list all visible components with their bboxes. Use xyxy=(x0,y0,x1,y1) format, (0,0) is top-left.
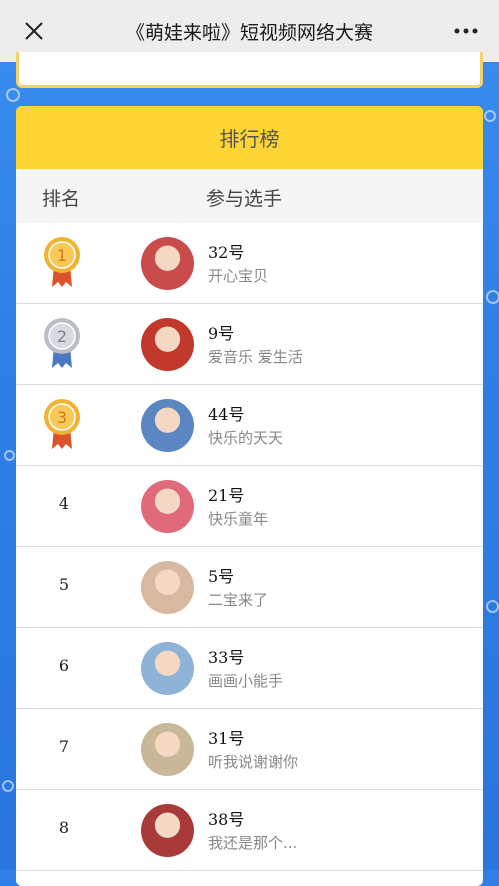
player-number: 21号 xyxy=(208,486,245,505)
leaderboard-row[interactable]: 4 21号快乐童年 xyxy=(16,466,483,547)
column-player-label: 参与选手 xyxy=(206,188,283,210)
decor-bubble xyxy=(484,110,496,122)
decor-bubble xyxy=(486,290,499,304)
previous-section-card xyxy=(16,52,483,88)
medal-icon: 1 xyxy=(44,237,80,287)
rank-number: 4 xyxy=(58,494,70,513)
leaderboard-row[interactable]: 2 9号爱音乐 爱生活 xyxy=(16,304,483,385)
player-number: 5号 xyxy=(208,567,235,586)
avatar[interactable] xyxy=(141,723,194,776)
more-icon[interactable] xyxy=(453,22,479,40)
avatar[interactable] xyxy=(141,399,194,452)
rank-number: 6 xyxy=(58,656,70,675)
player-number: 31号 xyxy=(208,729,245,748)
avatar[interactable] xyxy=(141,237,194,290)
decor-bubble xyxy=(4,450,15,461)
column-rank-label: 排名 xyxy=(42,188,81,210)
leaderboard-row[interactable]: 8 38号我还是那个... xyxy=(16,790,483,871)
leaderboard-header: 排行榜 xyxy=(16,106,483,169)
leaderboard-card: 排行榜 排名 参与选手 1 32号开心宝贝 2 9号爱音乐 爱生活 3 44号快乐的天天 4… xyxy=(16,106,483,886)
page-title: 《萌娃来啦》短视频网络大赛 xyxy=(125,21,373,44)
player-number: 33号 xyxy=(208,648,245,667)
leaderboard-list: 1 32号开心宝贝 2 9号爱音乐 爱生活 3 44号快乐的天天 4 21号快乐童年 5 5号二宝… xyxy=(16,223,483,871)
rank-number: 7 xyxy=(58,737,70,756)
avatar[interactable] xyxy=(141,318,194,371)
player-description: 爱音乐 爱生活 xyxy=(208,348,303,366)
leaderboard-row[interactable]: 6 33号画画小能手 xyxy=(16,628,483,709)
leaderboard-row[interactable]: 1 32号开心宝贝 xyxy=(16,223,483,304)
player-description: 快乐童年 xyxy=(208,510,269,528)
player-number: 9号 xyxy=(208,324,235,343)
decor-bubble xyxy=(6,88,20,102)
player-description: 二宝来了 xyxy=(208,591,269,609)
player-description: 画画小能手 xyxy=(208,672,284,690)
column-header: 排名 参与选手 xyxy=(16,169,483,223)
medal-icon: 3 xyxy=(44,399,80,449)
medal-rank: 2 xyxy=(57,327,67,346)
leaderboard-row[interactable]: 3 44号快乐的天天 xyxy=(16,385,483,466)
player-number: 32号 xyxy=(208,243,245,262)
player-number: 44号 xyxy=(208,405,245,424)
leaderboard-row[interactable]: 5 5号二宝来了 xyxy=(16,547,483,628)
medal-rank: 3 xyxy=(57,408,67,427)
leaderboard-title: 排行榜 xyxy=(219,127,280,151)
decor-bubble xyxy=(2,780,14,792)
leaderboard-row[interactable]: 7 31号听我说谢谢你 xyxy=(16,709,483,790)
avatar[interactable] xyxy=(141,561,194,614)
decor-bubble xyxy=(486,600,499,613)
medal-icon: 2 xyxy=(44,318,80,368)
close-icon[interactable] xyxy=(22,19,46,43)
avatar[interactable] xyxy=(141,804,194,857)
avatar[interactable] xyxy=(141,642,194,695)
player-description: 我还是那个... xyxy=(208,834,298,852)
rank-number: 8 xyxy=(58,818,70,837)
player-number: 38号 xyxy=(208,810,245,829)
medal-rank: 1 xyxy=(57,246,67,265)
player-description: 开心宝贝 xyxy=(208,267,269,285)
rank-number: 5 xyxy=(58,575,70,594)
avatar[interactable] xyxy=(141,480,194,533)
player-description: 听我说谢谢你 xyxy=(208,753,299,771)
player-description: 快乐的天天 xyxy=(208,429,284,447)
